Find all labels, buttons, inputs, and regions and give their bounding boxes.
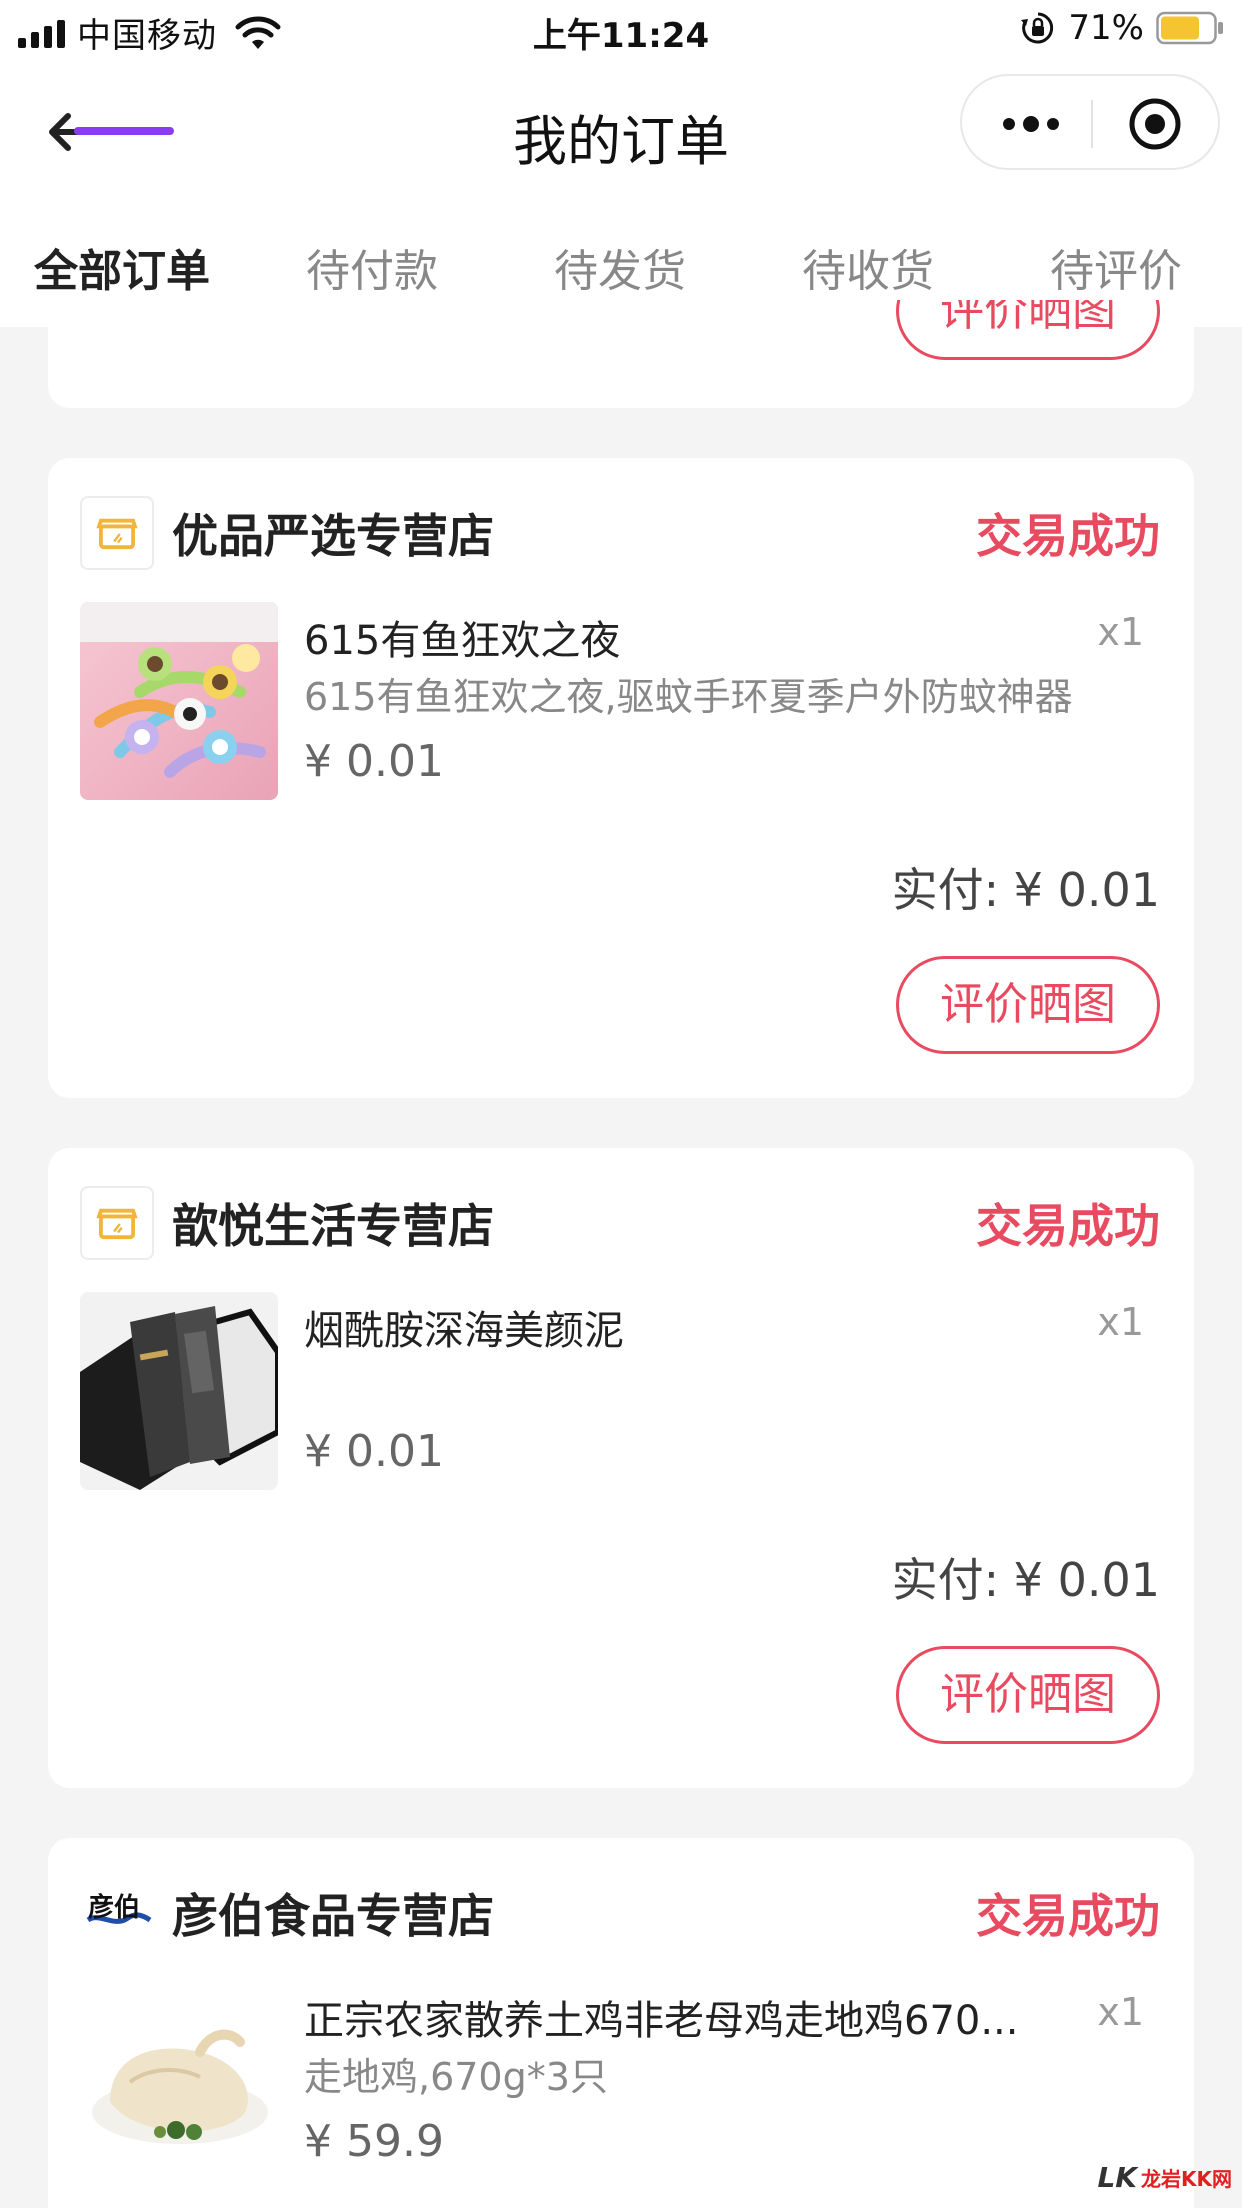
status-bar: 中国移动 上午11:24 71%: [0, 0, 1242, 62]
store-name[interactable]: 彦伯食品专营店: [172, 1880, 494, 1946]
tab-pending-receipt[interactable]: 待收货: [802, 235, 934, 299]
tab-active-indicator: [74, 127, 174, 135]
rotation-lock-icon: [1021, 12, 1054, 44]
store-name[interactable]: 歆悦生活专营店: [172, 1190, 494, 1256]
watermark-logo-icon: LK: [1097, 2161, 1137, 2194]
product-price: ¥ 59.9: [304, 2116, 444, 2167]
order-card: 彦伯 彦伯食品专营店 交易成功 正宗农家散养土鸡非老母鸡走地鸡670... x1…: [48, 1838, 1194, 2208]
close-mini-program-icon[interactable]: [1127, 96, 1183, 152]
product-price: ¥ 0.01: [304, 1426, 444, 1477]
product-title[interactable]: 正宗农家散养土鸡非老母鸡走地鸡670...: [304, 1988, 1019, 2046]
product-image[interactable]: [80, 1982, 278, 2180]
tab-all-orders[interactable]: 全部订单: [34, 235, 210, 299]
more-options-icon[interactable]: [1000, 106, 1062, 142]
product-image[interactable]: [80, 1292, 278, 1490]
product-title[interactable]: 烟酰胺深海美颜泥: [304, 1298, 624, 1356]
product-spec: 615有鱼狂欢之夜,驱蚊手环夏季户外防蚊神器: [304, 675, 1073, 719]
product-image[interactable]: [80, 602, 278, 800]
shop-icon: [96, 518, 138, 550]
capsule-divider: [1091, 100, 1093, 148]
amount-paid: 实付: ¥ 0.01: [891, 1553, 1160, 1607]
svg-text:彦伯: 彦伯: [88, 1892, 140, 1923]
review-button[interactable]: 评价晒图: [896, 956, 1160, 1054]
tab-pending-shipment[interactable]: 待发货: [554, 235, 686, 299]
product-price: ¥ 0.01: [304, 736, 444, 787]
order-card-partial: 评价晒图: [48, 300, 1194, 408]
product-quantity: x1: [1097, 610, 1144, 654]
product-quantity: x1: [1097, 1300, 1144, 1344]
nav-bar: 我的订单: [0, 62, 1242, 197]
product-spec: 走地鸡,670g*3只: [304, 2055, 608, 2099]
store-logo: [80, 1186, 154, 1260]
shop-icon: [96, 1208, 138, 1240]
product-quantity: x1: [1097, 1990, 1144, 2034]
order-card: 歆悦生活专营店 交易成功 烟酰胺深海美颜泥 x1 ¥ 0.01 实付: ¥ 0.…: [48, 1148, 1194, 1788]
amount-paid: 实付: ¥ 0.01: [891, 863, 1160, 917]
store-logo: 彦伯: [80, 1876, 154, 1950]
product-title[interactable]: 615有鱼狂欢之夜: [304, 608, 620, 666]
store-logo: [80, 496, 154, 570]
order-status: 交易成功: [976, 1889, 1160, 1943]
store-name[interactable]: 优品严选专营店: [172, 500, 494, 566]
order-status: 交易成功: [976, 1199, 1160, 1253]
mini-program-capsule: [960, 74, 1220, 170]
review-button[interactable]: 评价晒图: [896, 300, 1160, 360]
review-button[interactable]: 评价晒图: [896, 1646, 1160, 1744]
yanbo-logo-icon: 彦伯: [86, 1892, 152, 1924]
tab-pending-review[interactable]: 待评价: [1050, 235, 1182, 299]
status-bar-right: 71%: [1020, 8, 1224, 48]
order-card: 优品严选专营店 交易成功 615有鱼狂欢之夜 x1 615有鱼狂欢之夜,驱蚊手环…: [48, 458, 1194, 1098]
battery-icon: [1156, 11, 1223, 45]
watermark-text: 龙岩KK网: [1141, 2167, 1232, 2191]
tab-pending-payment[interactable]: 待付款: [306, 235, 438, 299]
battery-percentage: 71%: [1068, 8, 1144, 48]
order-status: 交易成功: [976, 509, 1160, 563]
site-watermark: LK 龙岩KK网: [1097, 2161, 1232, 2194]
